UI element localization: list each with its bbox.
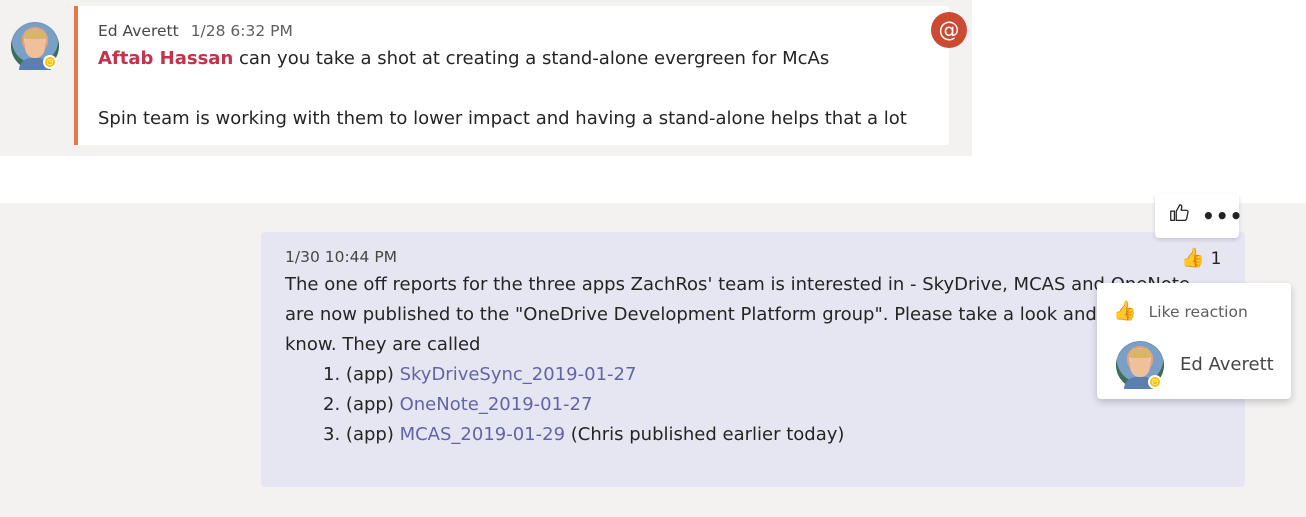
message-line: know. They are called xyxy=(285,334,481,355)
like-outline-icon[interactable] xyxy=(1165,202,1193,230)
list-number: 3. xyxy=(323,424,341,445)
list-prefix: (app) xyxy=(345,364,400,385)
avatar-hair xyxy=(1129,349,1151,358)
like-outline-icon-svg xyxy=(1170,204,1189,221)
message-action-bar: ••• xyxy=(1155,194,1242,238)
reactor-name[interactable]: Ed Averett xyxy=(1180,354,1274,375)
list-prefix: (app) xyxy=(345,394,400,415)
list-prefix: (app) xyxy=(345,424,400,445)
message-card-mention[interactable]: Ed Averett 1/28 6:32 PM Aftab Hassan can … xyxy=(74,6,949,145)
reaction-count: 1 xyxy=(1210,249,1222,269)
list-number: 1. xyxy=(323,364,341,385)
message-line: Aftab Hassan can you take a shot at crea… xyxy=(98,48,829,69)
reaction-popup-title: 👍 Like reaction xyxy=(1113,299,1248,322)
reaction-summary[interactable]: 👍 1 xyxy=(1181,246,1222,269)
list-number: 2. xyxy=(323,394,341,415)
at-mention-icon: @ xyxy=(931,12,967,48)
reaction-type-label: Like reaction xyxy=(1148,303,1248,321)
author-name[interactable]: Ed Averett xyxy=(98,22,179,40)
message-header: Ed Averett 1/28 6:32 PM xyxy=(98,22,293,40)
presence-away-icon: ◷ xyxy=(43,55,57,69)
message-text: can you take a shot at creating a stand-… xyxy=(233,48,830,69)
presence-away-icon: ◷ xyxy=(1148,375,1162,389)
reaction-popup: 👍 Like reaction ◷ Ed Averett xyxy=(1097,283,1291,399)
mention-aftab-hassan[interactable]: Aftab Hassan xyxy=(98,48,233,69)
message-line: are now published to the "OneDrive Devel… xyxy=(285,304,1160,325)
more-options-icon[interactable]: ••• xyxy=(1202,202,1242,230)
list-item: 3. (app) MCAS_2019-01-29 (Chris publishe… xyxy=(323,424,844,445)
list-item: 1. (app) SkyDriveSync_2019-01-27 xyxy=(323,364,636,385)
message-line-2: Spin team is working with them to lower … xyxy=(98,108,907,129)
message-timestamp: 1/30 10:44 PM xyxy=(285,248,398,266)
avatar-hair xyxy=(24,30,46,39)
like-icon: 👍 xyxy=(1113,300,1137,322)
like-icon: 👍 xyxy=(1181,247,1205,269)
message-timestamp: 1/28 6:32 PM xyxy=(190,22,293,40)
previous-message-area: ◷ Ed Averett 1/28 6:32 PM Aftab Hassan ca… xyxy=(0,0,972,156)
report-link[interactable]: OneNote_2019-01-27 xyxy=(400,394,593,415)
list-item: 2. (app) OneNote_2019-01-27 xyxy=(323,394,592,415)
message-line: The one off reports for the three apps Z… xyxy=(285,274,1190,295)
report-link[interactable]: MCAS_2019-01-29 xyxy=(400,424,565,445)
list-suffix: (Chris published earlier today) xyxy=(565,424,845,445)
report-link[interactable]: SkyDriveSync_2019-01-27 xyxy=(400,364,637,385)
